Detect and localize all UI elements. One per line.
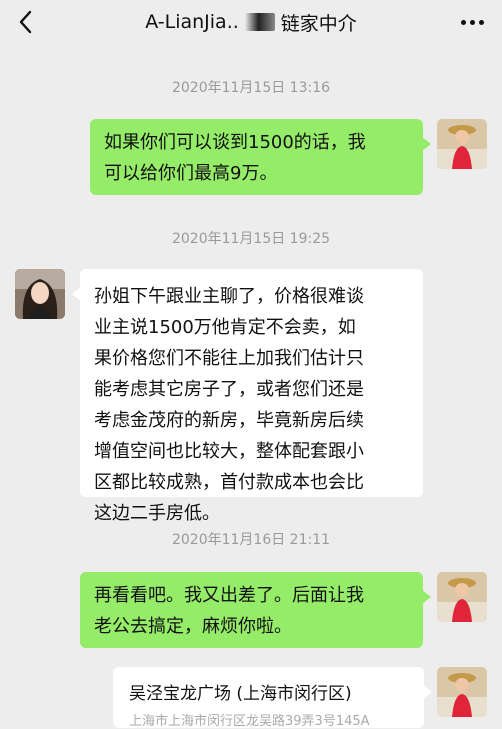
message-line: 果价格您们不能往上加我们估计只	[94, 348, 364, 369]
message-line: 能考虑其它房子了，或者您们还是	[94, 379, 364, 400]
message-timestamp: 2020年11月16日 21:11	[171, 532, 331, 548]
chat-header: A-LianJia.. 链家中介	[0, 0, 502, 44]
message-timestamp: 2020年11月15日 19:25	[171, 231, 331, 247]
message-line: 考虑金茂府的新房，毕竟新房后续	[94, 410, 364, 431]
message-line: 增值空间也比较大，整体配套跟小	[94, 441, 364, 462]
location-title: 吴泾宝龙广场 (上海市闵行区)	[129, 684, 352, 704]
my-avatar[interactable]	[437, 667, 487, 717]
more-dots-icon	[460, 19, 484, 25]
message-line: 再看看吧。我又出差了。后面让我	[94, 585, 364, 606]
more-button[interactable]	[456, 8, 488, 36]
received-message-bubble[interactable]: 孙姐下午跟业主聊了，价格很难谈 业主说1500万他肯定不会卖，如 果价格您们不能…	[72, 269, 423, 524]
location-address: 上海市上海市闵行区龙吴路39弄3号145A	[129, 714, 370, 729]
message-timestamp: 2020年11月15日 13:16	[171, 80, 331, 96]
message-line: 业主说1500万他肯定不会卖，如	[94, 317, 356, 338]
sent-message-bubble[interactable]: 再看看吧。我又出差了。后面让我 老公去搞定，麻烦你啦。	[80, 572, 431, 648]
message-line: 区都比较成熟，首付款成本也会比	[94, 472, 364, 493]
message-line: 如果你们可以谈到1500的话，我	[104, 132, 366, 153]
chat-title: A-LianJia.. 链家中介	[0, 0, 502, 44]
message-line: 老公去搞定，麻烦你啦。	[94, 616, 292, 637]
my-avatar[interactable]	[437, 572, 487, 622]
sent-message-bubble[interactable]: 如果你们可以谈到1500的话，我 可以给你们最高9万。	[90, 119, 431, 195]
message-line: 可以给你们最高9万。	[104, 163, 278, 184]
agent-avatar[interactable]	[15, 269, 65, 319]
message-line: 这边二手房低。	[94, 503, 220, 524]
my-avatar[interactable]	[437, 119, 487, 169]
message-line: 孙姐下午跟业主聊了，价格很难谈	[94, 286, 364, 307]
chat-title-right: 链家中介	[280, 12, 357, 35]
location-message-card[interactable]: 吴泾宝龙广场 (上海市闵行区) 上海市上海市闵行区龙吴路39弄3号145A	[113, 667, 432, 729]
redacted-name-mark	[244, 13, 275, 31]
chat-title-left: A-LianJia..	[145, 11, 239, 33]
